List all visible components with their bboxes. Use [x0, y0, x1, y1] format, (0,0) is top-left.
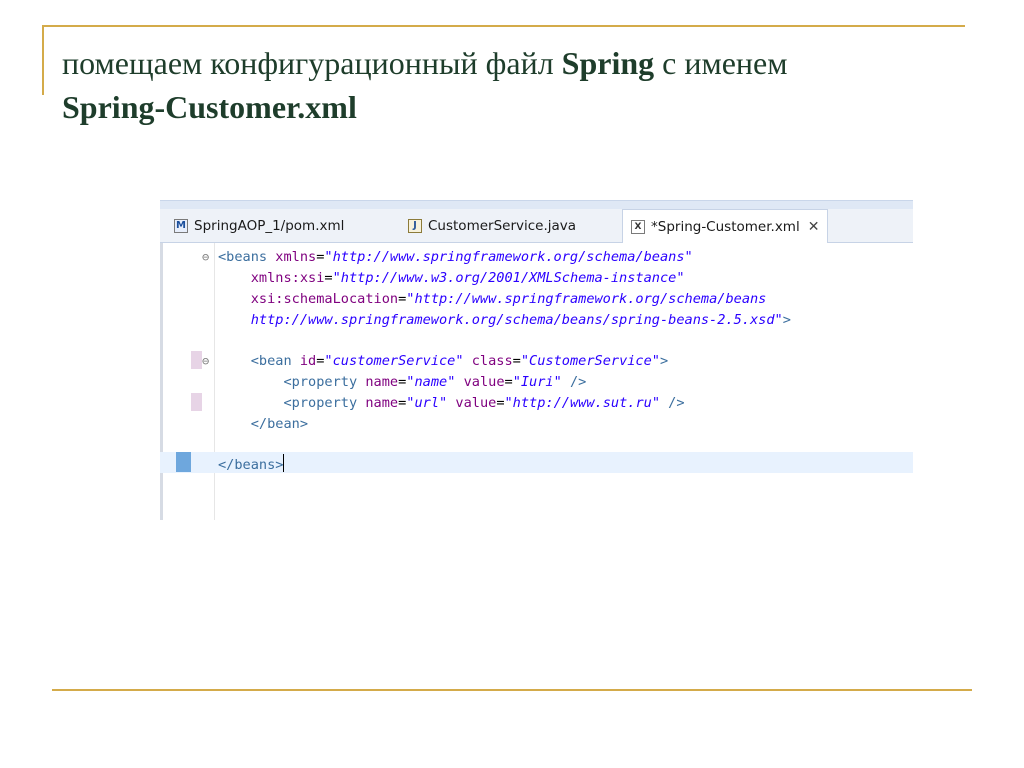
title-text-1: помещаем конфигурационный файл [62, 45, 562, 81]
current-line-marker [176, 452, 191, 472]
beans-tag-close: > [782, 312, 791, 328]
change-marker [191, 351, 202, 369]
tab-label: *Spring-Customer.xml [651, 218, 800, 235]
title-text-2: с именем [654, 45, 788, 81]
slide-title: помещаем конфигурационный файл Spring с … [62, 41, 982, 129]
bottom-decorative-rule [52, 689, 972, 691]
editor-top-border [160, 200, 913, 209]
editor-tab-bar: M SpringAOP_1/pom.xml J CustomerService.… [160, 209, 913, 243]
code-line: <property name="url" value="http://www.s… [160, 393, 913, 414]
name-value: "url" [406, 395, 448, 411]
equals-sign: = [496, 395, 505, 411]
tab-pom-xml[interactable]: M SpringAOP_1/pom.xml [174, 209, 344, 242]
left-decorative-rule [42, 25, 44, 95]
class-value: "CustomerService" [520, 353, 660, 369]
xml-file-icon: X [631, 219, 645, 234]
ide-editor-screenshot: M SpringAOP_1/pom.xml J CustomerService.… [160, 200, 913, 520]
tab-label: SpringAOP_1/pom.xml [194, 217, 345, 234]
tab-spring-customer-xml[interactable]: X *Spring-Customer.xml ✕ [622, 209, 829, 243]
value-value: "http://www.sut.ru" [504, 395, 661, 411]
title-bold-spring: Spring [561, 45, 655, 81]
equals-sign: = [504, 374, 513, 390]
name-value: "name" [406, 374, 456, 390]
current-code-line: </beans> [160, 452, 913, 473]
java-file-icon: J [408, 218, 422, 233]
schema-location-value: "http://www.springframework.org/schema/b… [406, 291, 767, 307]
text-caret [283, 454, 285, 472]
code-line: ⊖ <bean id="customerService" class="Cust… [160, 351, 913, 372]
value-value: "Iuri" [512, 374, 562, 390]
property-open-tag: <property [283, 374, 358, 390]
beans-open-tag: <beans [218, 249, 268, 265]
bean-tag-close: > [660, 353, 669, 369]
equals-sign: = [324, 270, 333, 286]
tab-label: CustomerService.java [428, 217, 577, 234]
bean-open-tag: <bean [250, 353, 292, 369]
maven-pom-icon: M [174, 218, 188, 233]
code-line: http://www.springframework.org/schema/be… [160, 310, 913, 331]
code-line: ⊖ <beans xmlns="http://www.springframewo… [160, 247, 913, 268]
property-open-tag: <property [283, 395, 358, 411]
equals-sign: = [512, 353, 521, 369]
tab-customer-service-java[interactable]: J CustomerService.java [408, 209, 576, 242]
xmlns-xsi-value: "http://www.w3.org/2001/XMLSchema-instan… [332, 270, 685, 286]
fold-toggle-icon[interactable]: ⊖ [202, 354, 209, 368]
name-attr: name [365, 374, 399, 390]
code-line: </bean> [160, 414, 913, 435]
code-line: xsi:schemaLocation="http://www.springfra… [160, 289, 913, 310]
name-attr: name [365, 395, 399, 411]
top-decorative-rule [44, 25, 965, 27]
title-bold-filename: Spring-Customer.xml [62, 89, 357, 125]
xmlns-xsi-attr: xmlns:xsi [250, 270, 325, 286]
close-tab-icon[interactable]: ✕ [808, 219, 820, 235]
id-attr: id [299, 353, 317, 369]
code-editor[interactable]: ⊖ <beans xmlns = "http://www.springframewo… [160, 243, 913, 520]
id-value: "customerService" [324, 353, 464, 369]
class-attr: class [471, 353, 513, 369]
property-tag-close: /> [660, 395, 685, 411]
schema-location-attr: xsi:schemaLocation [250, 291, 399, 307]
bean-close-tag: </bean> [250, 416, 309, 432]
code-line: xmlns:xsi="http://www.w3.org/2001/XMLSch… [160, 268, 913, 289]
schema-location-value-cont: http://www.springframework.org/schema/be… [250, 312, 783, 328]
value-attr: value [463, 374, 505, 390]
value-attr: value [455, 395, 497, 411]
xmlns-value: "http://www.springframework.org/schema/b… [324, 249, 693, 265]
property-tag-close: /> [561, 374, 587, 390]
change-marker [191, 393, 202, 411]
beans-close-tag: </beans> [218, 457, 284, 473]
fold-toggle-icon[interactable]: ⊖ [202, 250, 209, 264]
code-line: <property name="name" value="Iuri" /> [160, 372, 913, 393]
xmlns-attr: xmlns [275, 249, 317, 265]
